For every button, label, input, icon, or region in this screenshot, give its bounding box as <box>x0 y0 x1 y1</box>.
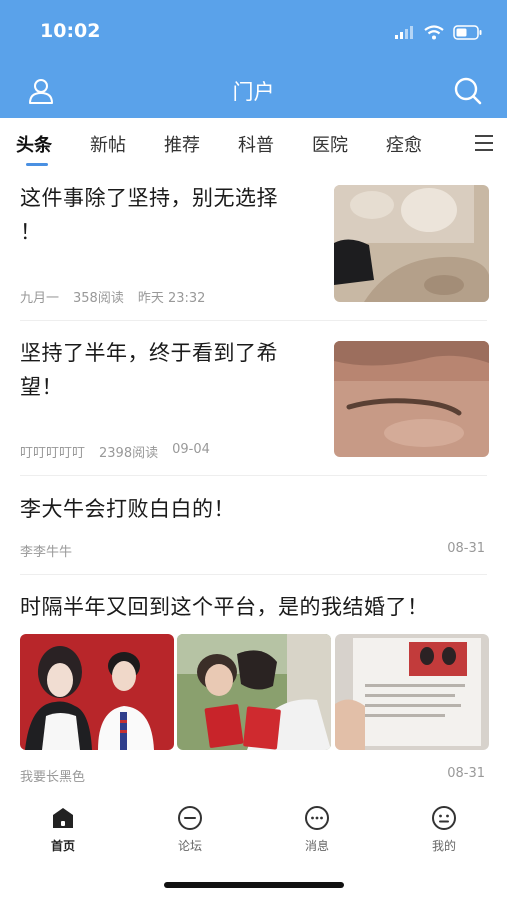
tab-science[interactable]: 科普 <box>238 131 274 157</box>
list-item[interactable]: 时隔半年又回到这个平台，是的我结婚了！ 我要长黑色 08-31 <box>0 575 507 790</box>
post-reads: 2398阅读 <box>99 446 159 461</box>
menu-icon <box>475 135 493 137</box>
nav-label: 消息 <box>304 839 329 853</box>
post-meta: 九月一 358阅读 昨天 23:32 <box>20 287 205 306</box>
search-button[interactable] <box>451 74 485 108</box>
post-title: 这件事除了坚持，别无选择 ！ <box>20 186 278 244</box>
nav-profile[interactable]: 我的 <box>404 805 484 854</box>
post-reads: 358阅读 <box>73 291 124 306</box>
message-icon <box>305 806 329 830</box>
home-indicator <box>164 882 344 888</box>
post-author: 李李牛牛 <box>20 545 73 560</box>
post-author: 九月一 <box>20 291 60 306</box>
nav-label: 我的 <box>431 839 456 853</box>
bottom-navigation: 首页 论坛 消息 我的 <box>0 797 507 867</box>
category-tabs: 头条 新帖 推荐 科普 医院 痊愈 <box>0 118 507 170</box>
post-time: 09-04 <box>172 442 210 457</box>
status-icons <box>395 22 483 42</box>
post-time: 昨天 23:32 <box>137 291 206 306</box>
status-time: 10:02 <box>40 20 101 42</box>
tab-hospitals[interactable]: 医院 <box>312 131 348 157</box>
wifi-icon <box>424 24 444 39</box>
tab-new-posts[interactable]: 新帖 <box>90 131 126 157</box>
post-time: 08-31 <box>447 766 485 781</box>
tab-recovered[interactable]: 痊愈 <box>386 131 422 157</box>
home-icon <box>53 808 73 828</box>
signal-icon <box>395 26 413 39</box>
nav-label: 论坛 <box>177 839 202 853</box>
post-image <box>335 634 489 750</box>
post-thumbnail <box>334 341 489 457</box>
post-title: 李大牛会打败白白的！ <box>20 497 235 521</box>
search-icon <box>454 77 482 105</box>
post-image <box>20 634 174 750</box>
post-author: 我要长黑色 <box>20 770 86 785</box>
app-header: 10:02 门户 <box>0 0 507 118</box>
list-item[interactable]: 坚持了半年，终于看到了希 望！ 叮叮叮叮叮 2398阅读 09-04 <box>0 321 507 475</box>
post-title: 时隔半年又回到这个平台，是的我结婚了！ <box>20 595 429 619</box>
list-item[interactable]: 李大牛会打败白白的！ 李李牛牛 08-31 <box>0 476 507 574</box>
post-image <box>177 634 331 750</box>
forum-icon <box>178 806 202 830</box>
post-title: 坚持了半年，终于看到了希 望！ <box>20 341 278 399</box>
post-thumbnail <box>334 185 489 302</box>
nav-messages[interactable]: 消息 <box>277 805 357 854</box>
nav-home[interactable]: 首页 <box>23 805 103 854</box>
nav-forum[interactable]: 论坛 <box>150 805 230 854</box>
profile-icon <box>432 806 456 830</box>
post-meta: 叮叮叮叮叮 2398阅读 09-04 <box>20 442 210 461</box>
page-title: 门户 <box>232 80 275 104</box>
tab-recommended[interactable]: 推荐 <box>164 131 200 157</box>
active-tab-indicator <box>26 163 48 166</box>
tab-menu-button[interactable] <box>475 135 493 151</box>
post-time: 08-31 <box>447 541 485 556</box>
tab-headlines[interactable]: 头条 <box>16 131 52 157</box>
nav-label: 首页 <box>50 839 75 853</box>
battery-icon <box>453 24 482 40</box>
post-author: 叮叮叮叮叮 <box>20 446 86 461</box>
list-item[interactable]: 这件事除了坚持，别无选择 ！ 九月一 358阅读 昨天 23:32 <box>0 170 507 320</box>
